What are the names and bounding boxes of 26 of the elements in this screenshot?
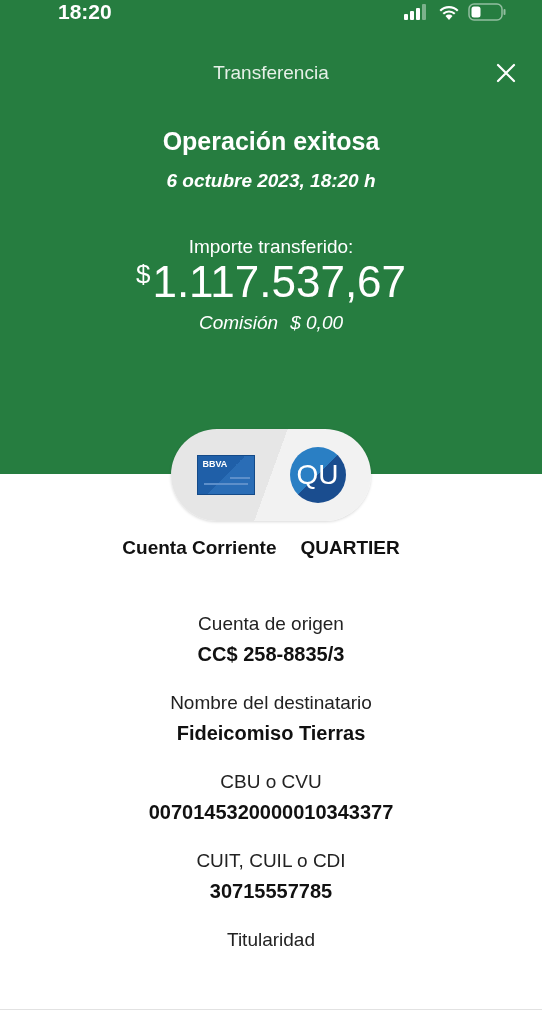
detail-label: Nombre del destinatario [170,692,372,714]
detail-value: Fideicomiso Tierras [176,722,366,745]
bank-card-icon: BBVA [196,455,255,495]
amount-label: Importe transferido: [188,236,354,258]
battery-icon [468,3,506,21]
fee-label: Comisión [199,312,279,335]
screen-title: Transferencia [213,62,329,84]
recipient-avatar: QU [289,447,346,503]
detail-label: Titularidad [227,929,315,951]
transferred-amount: 1.117.537,67 [152,258,407,307]
fee-amount: $ 0,00 [290,312,343,335]
operation-date: 6 octubre 2023, 18:20 h [166,170,376,192]
close-button[interactable] [494,61,518,85]
success-heading: Operación exitosa [162,127,380,156]
status-time: 18:20 [58,0,112,24]
currency-symbol: $ [135,260,151,289]
detail-label: CUIT, CUIL o CDI [196,850,346,872]
wifi-icon [438,4,460,20]
party-name: Cuenta Corriente [122,537,277,559]
detail-value: 30715557785 [209,880,333,903]
detail-label: CBU o CVU [220,771,322,793]
close-icon [496,63,516,83]
detail-value: 0070145320000010343377 [148,801,394,824]
detail-label: Cuenta de origen [198,613,344,635]
detail-value: CC$ 258-8835/3 [197,643,345,666]
party-name: QUARTIER [300,537,400,559]
